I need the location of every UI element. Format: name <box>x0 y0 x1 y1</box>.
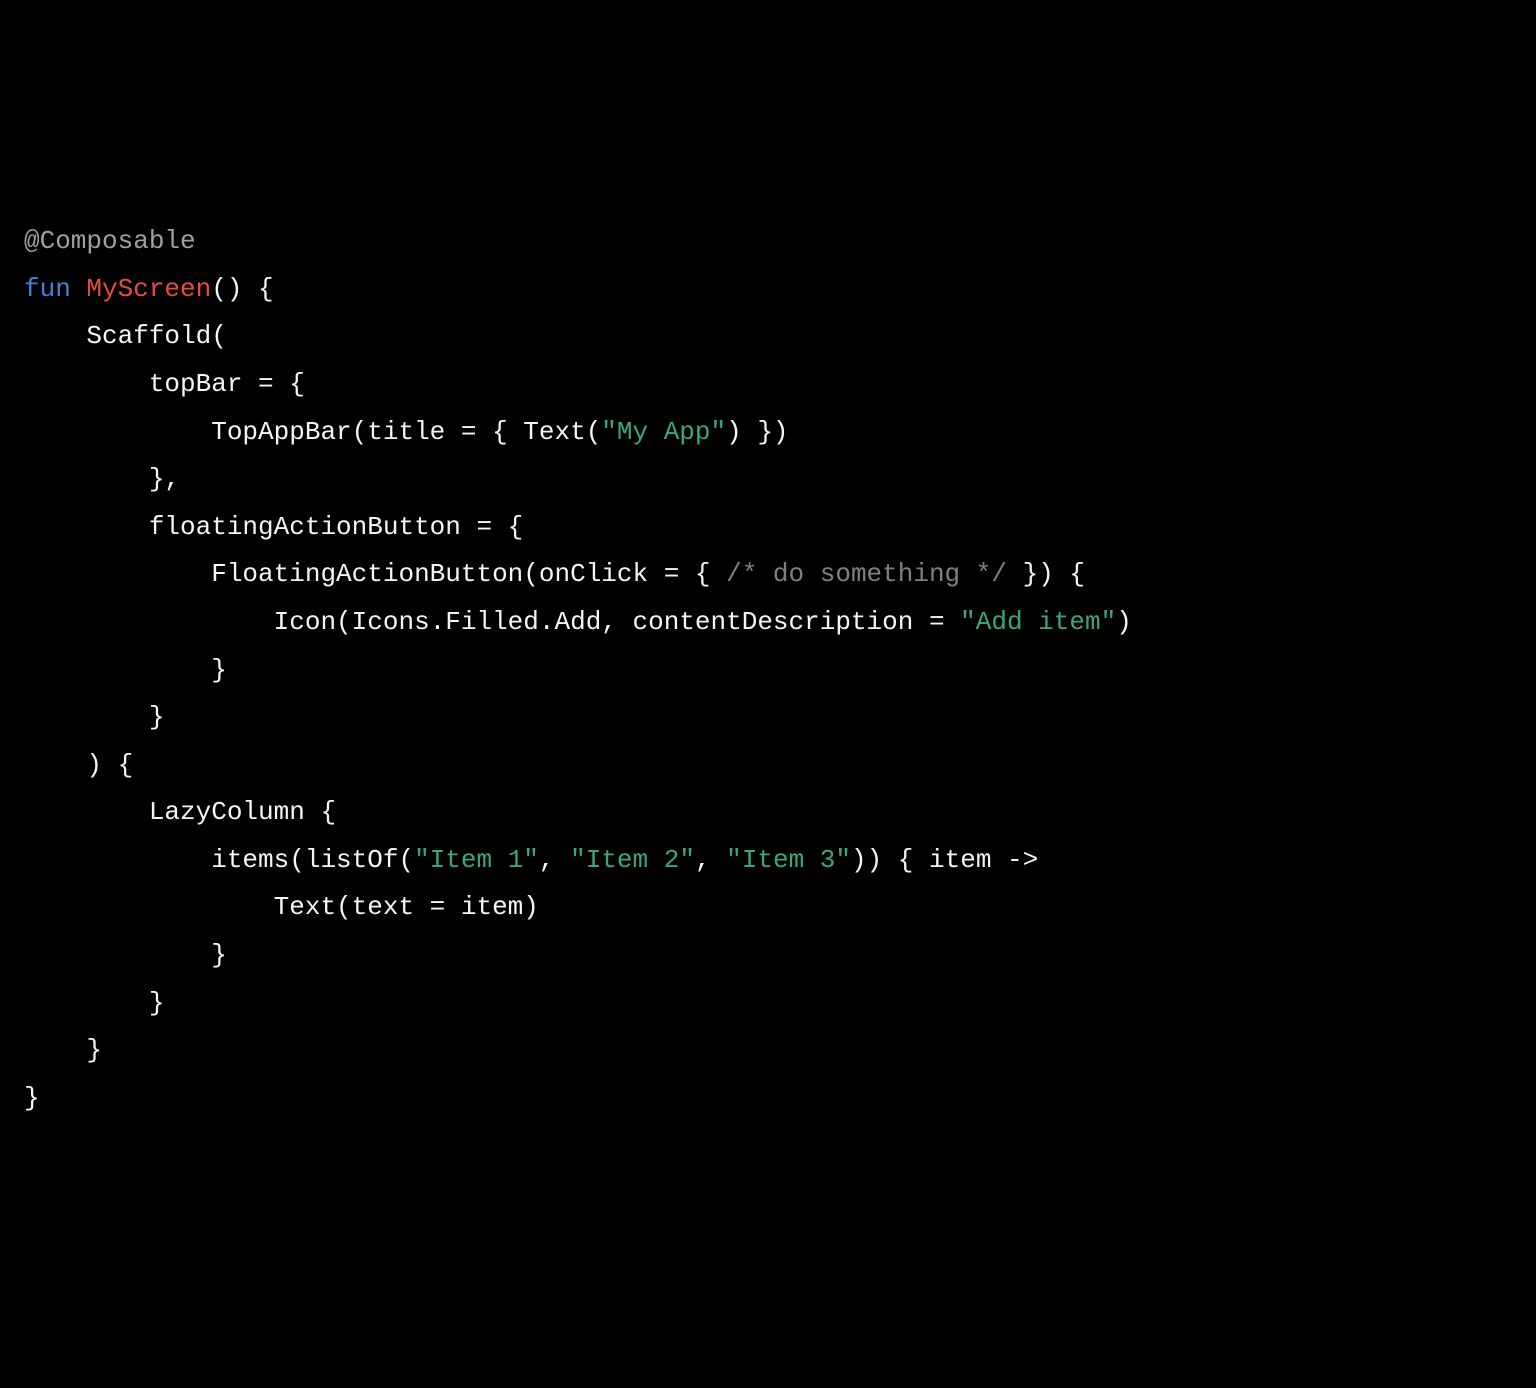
code-text: Text(text = item) <box>24 892 539 922</box>
code-text: , <box>539 845 570 875</box>
code-function-name: MyScreen <box>86 274 211 304</box>
code-line: @Composable <box>24 218 1512 266</box>
code-text: } <box>24 655 227 685</box>
code-line: } <box>24 1075 1512 1123</box>
code-line: LazyColumn { <box>24 789 1512 837</box>
code-text: } <box>24 1083 40 1113</box>
code-line: fun MyScreen() { <box>24 266 1512 314</box>
code-string: "Item 3" <box>726 845 851 875</box>
code-annotation: @Composable <box>24 226 196 256</box>
code-text: TopAppBar(title = { Text( <box>24 417 601 447</box>
code-text: } <box>24 1035 102 1065</box>
code-text: () { <box>211 274 273 304</box>
code-line: } <box>24 694 1512 742</box>
code-text: )) { item -> <box>851 845 1038 875</box>
code-text <box>71 274 87 304</box>
code-line: }, <box>24 456 1512 504</box>
code-text: LazyColumn { <box>24 797 336 827</box>
code-text: Scaffold( <box>24 321 227 351</box>
code-line: topBar = { <box>24 361 1512 409</box>
code-text: } <box>24 940 227 970</box>
code-line: Scaffold( <box>24 313 1512 361</box>
code-string: "My App" <box>601 417 726 447</box>
code-line: } <box>24 932 1512 980</box>
code-line: } <box>24 1027 1512 1075</box>
code-line: items(listOf("Item 1", "Item 2", "Item 3… <box>24 837 1512 885</box>
code-text: items(listOf( <box>24 845 414 875</box>
code-text: floatingActionButton = { <box>24 512 523 542</box>
code-text: ) }) <box>726 417 788 447</box>
code-text: topBar = { <box>24 369 305 399</box>
code-line: Text(text = item) <box>24 884 1512 932</box>
code-text: }, <box>24 464 180 494</box>
code-string: "Item 2" <box>570 845 695 875</box>
code-line: } <box>24 980 1512 1028</box>
code-string: "Item 1" <box>414 845 539 875</box>
code-line: } <box>24 647 1512 695</box>
code-text: }) { <box>1007 559 1085 589</box>
code-text: , <box>695 845 726 875</box>
code-block: @Composable fun MyScreen() { Scaffold( to… <box>24 218 1512 1122</box>
code-comment: /* do something */ <box>726 559 1007 589</box>
code-keyword: fun <box>24 274 71 304</box>
code-line: ) { <box>24 742 1512 790</box>
code-string: "Add item" <box>960 607 1116 637</box>
code-text: } <box>24 988 164 1018</box>
code-line: TopAppBar(title = { Text("My App") }) <box>24 409 1512 457</box>
code-line: FloatingActionButton(onClick = { /* do s… <box>24 551 1512 599</box>
code-text: FloatingActionButton(onClick = { <box>24 559 726 589</box>
code-text: Icon(Icons.Filled.Add, contentDescriptio… <box>24 607 960 637</box>
code-line: Icon(Icons.Filled.Add, contentDescriptio… <box>24 599 1512 647</box>
code-text: ) <box>1116 607 1132 637</box>
code-text: ) { <box>24 750 133 780</box>
code-line: floatingActionButton = { <box>24 504 1512 552</box>
code-text: } <box>24 702 164 732</box>
